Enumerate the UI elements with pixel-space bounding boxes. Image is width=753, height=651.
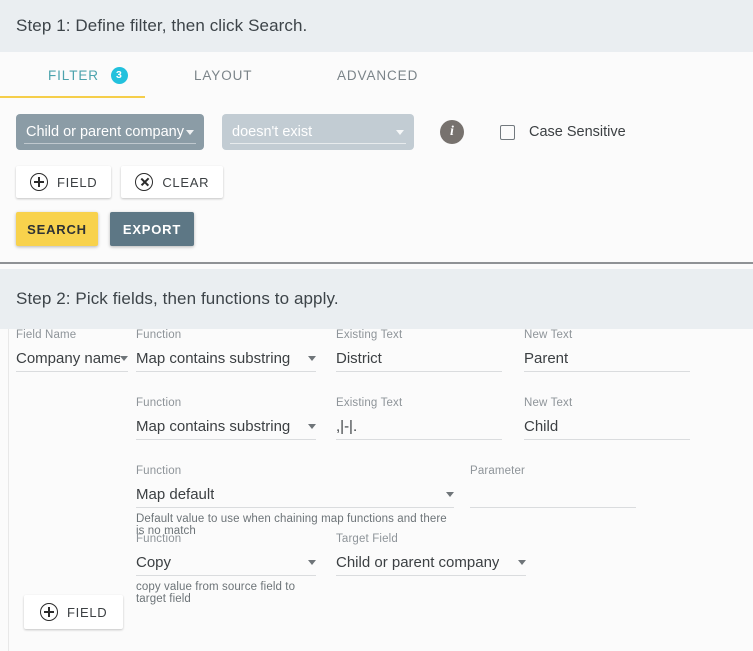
step1-header: Step 1: Define filter, then click Search… [0, 0, 753, 52]
underline [230, 143, 406, 144]
chevron-down-icon [518, 560, 526, 565]
add-field-button[interactable]: FIELD [24, 595, 124, 629]
tab-filter[interactable]: FILTER 3 [48, 66, 194, 84]
existing-text-label: Existing Text [336, 397, 403, 409]
function-hint: copy value from source field to target f… [136, 581, 296, 605]
field-name-value: Company name [16, 350, 120, 367]
function-label: Function [136, 397, 182, 409]
parameter-input[interactable] [470, 482, 636, 508]
field-row-2: Function Map contains substring Existing… [0, 397, 753, 465]
target-field-cell: Target Field Child or parent company [336, 533, 526, 576]
field-name-cell: Field Name Company name [16, 329, 128, 372]
chevron-down-icon [186, 129, 194, 135]
new-text-value: Child [524, 418, 559, 435]
new-text-label: New Text [524, 397, 573, 409]
field-name-select[interactable]: Company name [16, 346, 128, 372]
tab-layout-label: LAYOUT [194, 67, 253, 83]
target-field-label: Target Field [336, 533, 398, 545]
plus-circle-icon [30, 173, 48, 191]
filter-operator-value: doesn't exist [232, 124, 313, 140]
existing-text-label: Existing Text [336, 329, 403, 341]
function-cell: Function Map default Default value to us… [136, 465, 454, 537]
function-label: Function [136, 329, 182, 341]
chevron-down-icon [308, 424, 316, 429]
clear-filter-button[interactable]: CLEAR [121, 166, 224, 198]
tab-filter-badge: 3 [110, 66, 128, 84]
tab-layout[interactable]: LAYOUT [194, 68, 337, 83]
chevron-down-icon [396, 129, 404, 135]
field-name-label: Field Name [16, 329, 77, 341]
field-row-1: Field Name Company name Function Map con… [0, 329, 753, 397]
function-select[interactable]: Copy [136, 550, 316, 576]
existing-text-value: District [336, 350, 382, 367]
new-text-input[interactable]: Parent [524, 346, 690, 372]
case-sensitive-toggle[interactable]: Case Sensitive [500, 124, 626, 140]
tab-advanced-label: ADVANCED [337, 67, 419, 83]
new-text-value: Parent [524, 350, 569, 367]
tab-advanced[interactable]: ADVANCED [337, 68, 418, 83]
function-cell: Function Map contains substring [136, 329, 316, 372]
chevron-down-icon [308, 560, 316, 565]
function-value: Copy [136, 554, 172, 571]
add-filter-field-label: FIELD [57, 174, 98, 190]
function-label: Function [136, 533, 182, 545]
chevron-down-icon [120, 356, 128, 361]
section-divider [0, 262, 753, 264]
existing-text-cell: Existing Text District [336, 329, 502, 372]
field-row-4: Function Copy copy value from source fie… [0, 533, 753, 605]
action-button-row: SEARCH EXPORT [0, 212, 753, 262]
case-sensitive-checkbox[interactable] [500, 124, 515, 140]
field-row-3: Function Map default Default value to us… [0, 465, 753, 537]
function-value: Map contains substring [136, 350, 291, 367]
function-value: Map contains substring [136, 418, 291, 435]
target-field-value: Child or parent company [336, 554, 500, 571]
new-text-cell: New Text Child [524, 397, 690, 440]
plus-circle-icon [40, 603, 58, 621]
function-select[interactable]: Map contains substring [136, 346, 316, 372]
function-cell: Function Copy copy value from source fie… [136, 533, 316, 605]
function-value: Map default [136, 486, 215, 503]
tab-active-underline [0, 96, 145, 98]
step2-header: Step 2: Pick fields, then functions to a… [0, 269, 753, 329]
add-filter-field-button[interactable]: FIELD [16, 166, 112, 198]
filter-button-row: FIELD CLEAR [0, 166, 753, 198]
tab-filter-label: FILTER [48, 67, 99, 83]
filter-operator-select[interactable]: doesn't exist [222, 114, 414, 150]
function-select[interactable]: Map contains substring [136, 414, 316, 440]
parameter-cell: Parameter [470, 465, 636, 508]
add-field-label: FIELD [67, 604, 108, 620]
close-circle-icon [135, 173, 154, 191]
function-cell: Function Map contains substring [136, 397, 316, 440]
new-text-cell: New Text Parent [524, 329, 690, 372]
add-field-row: FIELD [24, 595, 124, 629]
existing-text-value: ,|-|. [336, 418, 358, 435]
existing-text-input[interactable]: ,|-|. [336, 414, 502, 440]
step1-title: Step 1: Define filter, then click Search… [16, 16, 308, 35]
existing-text-cell: Existing Text ,|-|. [336, 397, 502, 440]
filter-panel: Child or parent company doesn't exist i … [0, 98, 753, 262]
case-sensitive-label: Case Sensitive [529, 124, 626, 140]
filter-field-value: Child or parent company [26, 124, 184, 140]
search-button[interactable]: SEARCH [16, 212, 98, 246]
tab-bar: FILTER 3 LAYOUT ADVANCED [0, 52, 753, 98]
new-text-label: New Text [524, 329, 573, 341]
function-label: Function [136, 465, 182, 477]
underline [24, 143, 196, 144]
target-field-select[interactable]: Child or parent company [336, 550, 526, 576]
chevron-down-icon [446, 492, 454, 497]
filter-field-select[interactable]: Child or parent company [16, 114, 204, 150]
info-icon[interactable]: i [440, 120, 464, 144]
export-button[interactable]: EXPORT [110, 212, 194, 246]
existing-text-input[interactable]: District [336, 346, 502, 372]
filter-condition-row: Child or parent company doesn't exist i … [0, 112, 753, 152]
step2-title: Step 2: Pick fields, then functions to a… [16, 289, 339, 308]
new-text-input[interactable]: Child [524, 414, 690, 440]
function-select[interactable]: Map default [136, 482, 454, 508]
chevron-down-icon [308, 356, 316, 361]
parameter-label: Parameter [470, 465, 526, 477]
clear-filter-label: CLEAR [162, 174, 210, 190]
